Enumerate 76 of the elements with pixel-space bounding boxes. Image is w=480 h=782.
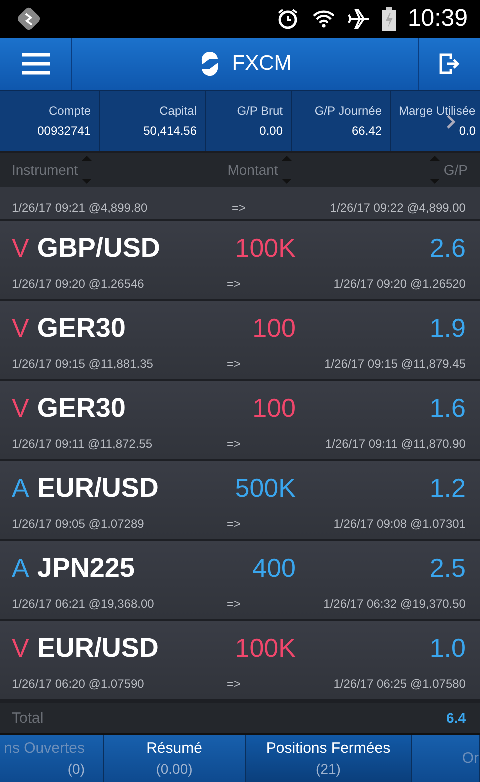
close-detail: 1/26/17 09:11 @11,870.90 [325,436,466,450]
arrow-text: => [232,201,246,215]
logout-icon [438,53,460,75]
summary-label: G/P Journée [314,104,382,118]
wifi-icon [312,9,336,29]
arrow-text: => [226,676,241,690]
instrument-name: EUR/USD [37,633,159,663]
open-detail: 1/26/17 06:21 @19,368.00 [12,596,154,610]
instrument-name: EUR/USD [37,473,159,503]
arrow-text: => [226,356,241,370]
side-indicator: A [12,473,30,503]
column-header[interactable]: Montant [228,162,278,178]
alarm-icon [276,7,300,31]
open-detail: 1/26/17 09:11 @11,872.55 [12,436,153,450]
menu-icon [22,53,50,75]
close-detail: 1/26/17 09:22 @4,899.00 [330,201,466,215]
amount-value: 100K [235,233,296,264]
close-detail: 1/26/17 06:25 @1.07580 [334,676,466,690]
sort-icon [280,155,294,185]
airplane-icon [348,8,370,30]
side-indicator: V [12,393,30,423]
clock-time: 10:39 [408,5,468,33]
profit-value: 2.6 [430,233,466,264]
instrument-name: GER30 [37,313,126,343]
summary-value: 00932741 [38,124,91,138]
column-header[interactable]: G/P [444,162,468,178]
open-detail: 1/26/17 09:21 @4,899.80 [12,201,148,215]
total-value: 6.4 [446,710,466,726]
tab[interactable]: ns Ouvertes (0) [0,735,104,782]
amount-value: 100 [252,393,296,424]
profit-value: 1.6 [430,393,466,424]
profit-value: 2.5 [430,553,466,584]
summary-value: 66.42 [352,124,382,138]
arrow-text: => [226,436,241,450]
battery-icon [382,7,396,31]
amount-value: 100 [252,313,296,344]
instrument-name: GBP/USD [37,233,160,263]
summary-label: Compte [48,104,91,118]
arrow-text: => [226,596,241,610]
app-title: FXCM [232,52,292,76]
summary-value: 50,414.56 [144,124,197,138]
amount-value: 400 [252,553,296,584]
summary-value: 0.0 [459,124,476,138]
arrow-text: => [226,276,241,290]
close-detail: 1/26/17 09:20 @1.26520 [334,276,466,290]
column-header[interactable]: Instrument [12,162,78,178]
summary-label: G/P Brut [237,104,283,118]
summary-value: 0.00 [260,124,283,138]
side-indicator: V [12,313,30,343]
tab[interactable]: Positions Fermées (21) [246,735,412,782]
amount-value: 500K [235,473,296,504]
summary-label: Marge Utilisée [399,104,476,118]
instrument-name: GER30 [37,393,126,423]
open-detail: 1/26/17 09:15 @11,881.35 [12,356,154,370]
side-indicator: V [12,633,30,663]
side-indicator: V [12,233,30,263]
profit-value: 1.9 [430,313,466,344]
tab[interactable]: Or [412,735,480,782]
profit-value: 1.0 [430,633,466,664]
close-detail: 1/26/17 06:32 @19,370.50 [324,596,466,610]
profit-value: 1.2 [430,473,466,504]
tab[interactable]: Résumé (0.00) [104,735,246,782]
total-label: Total [12,710,44,726]
open-detail: 1/26/17 09:05 @1.07289 [12,516,144,530]
sort-icon [80,155,94,185]
open-detail: 1/26/17 09:20 @1.26546 [12,276,144,290]
open-detail: 1/26/17 06:20 @1.07590 [12,676,144,690]
amount-value: 100K [235,633,296,664]
chevron-right-icon[interactable] [446,115,456,129]
side-indicator: A [12,553,30,583]
close-detail: 1/26/17 09:08 @1.07301 [334,516,466,530]
arrow-text: => [226,516,241,530]
close-detail: 1/26/17 09:15 @11,879.45 [324,356,466,370]
sort-icon [428,155,442,185]
summary-label: Capital [160,104,197,118]
instrument-name: JPN225 [37,553,135,583]
